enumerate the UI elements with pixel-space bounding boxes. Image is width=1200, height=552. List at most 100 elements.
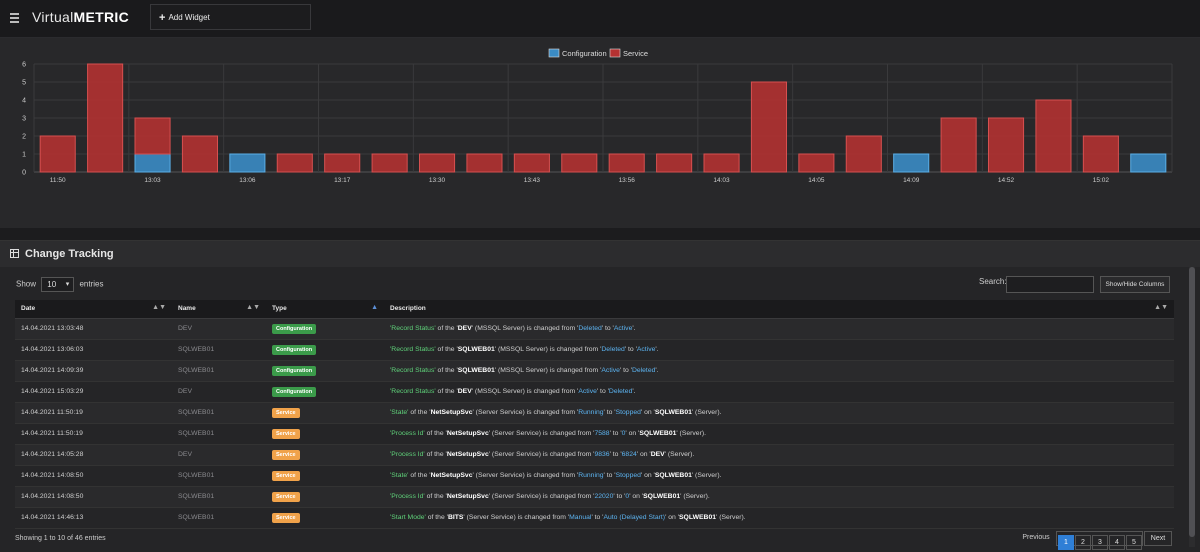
- col-date[interactable]: Date ▲▼: [15, 300, 172, 319]
- x-tick-label: 14:09: [903, 177, 920, 184]
- row-description: 'Start Mode' of the 'BITS' (Server Servi…: [390, 514, 746, 521]
- scrollbar[interactable]: [1189, 267, 1195, 547]
- pagination: Previous1 2 3 4 5Next: [1016, 531, 1172, 550]
- change-chart: 0 1 2 3 4 5 6 11:50 13:03 13:06 13:17 13:30 13:43 13:…: [22, 48, 1173, 184]
- col-name[interactable]: Name ▲▼: [172, 300, 266, 319]
- plus-icon: +: [159, 12, 166, 24]
- sort-asc-icon: ▲: [371, 304, 378, 311]
- row-date: 14.04.2021 14:05:28: [21, 451, 84, 458]
- chart-panel: 0 1 2 3 4 5 6 11:50 13:03 13:06 13:17 13:30 13:43 13:…: [0, 38, 1200, 228]
- table-row[interactable]: 14.04.2021 15:03:29 DEV Configuration 'Reco…: [15, 381, 1174, 402]
- table-row[interactable]: 14.04.2021 11:50:19 SQLWEB01 Service 'Proce…: [15, 423, 1174, 444]
- add-widget-button[interactable]: + Add Widget: [150, 4, 311, 30]
- type-badge: Configuration: [272, 344, 317, 355]
- col-description[interactable]: Description ▲▼: [384, 300, 1174, 319]
- change-table: Date ▲▼ Name ▲▼ Type ▲ Description ▲▼ 14.04.…: [15, 300, 1174, 529]
- x-tick-label: 14:05: [808, 177, 825, 184]
- bar-service: [940, 117, 977, 173]
- table-info: Showing 1 to 10 of 46 entries: [15, 535, 106, 542]
- page-button-5[interactable]: 5: [1126, 535, 1142, 550]
- type-badge: Configuration: [272, 365, 317, 376]
- table-row[interactable]: 14.04.2021 14:08:50 SQLWEB01 Service 'State…: [15, 465, 1174, 486]
- page-button-4[interactable]: 4: [1109, 535, 1125, 550]
- row-date: 14.04.2021 11:50:19: [21, 409, 83, 416]
- search-label: Search:: [979, 277, 1007, 286]
- bar-service: [513, 153, 550, 173]
- y-tick-label: 3: [22, 116, 26, 123]
- bar-service: [371, 153, 408, 173]
- x-tick-label: 13:17: [334, 177, 351, 184]
- type-badge: Service: [272, 491, 300, 502]
- bar-configuration: [229, 153, 266, 173]
- row-name: SQLWEB01: [178, 409, 215, 416]
- bar-service: [561, 153, 598, 173]
- row-description: 'Record Status' of the 'SQLWEB01' (MSSQL…: [390, 346, 659, 353]
- page-button-2[interactable]: 2: [1075, 535, 1091, 550]
- table-row[interactable]: 14.04.2021 14:46:13 SQLWEB01 Service 'Start…: [15, 507, 1174, 528]
- row-name: DEV: [178, 325, 192, 332]
- y-tick-label: 5: [22, 80, 26, 87]
- row-name: SQLWEB01: [178, 514, 215, 521]
- entries-select[interactable]: 10 ▾: [41, 277, 75, 292]
- table-row[interactable]: 14.04.2021 11:50:19 SQLWEB01 Service 'State…: [15, 402, 1174, 423]
- row-name: SQLWEB01: [178, 430, 215, 437]
- legend-swatch: [548, 48, 560, 58]
- search-input[interactable]: [1006, 276, 1094, 293]
- row-description: 'Record Status' of the 'DEV' (MSSQL Serv…: [390, 325, 636, 332]
- row-description: 'Record Status' of the 'SQLWEB01' (MSSQL…: [390, 367, 659, 374]
- sort-icon: ▲▼: [246, 304, 260, 311]
- type-badge: Service: [272, 428, 300, 439]
- row-date: 14.04.2021 13:06:03: [21, 346, 84, 353]
- legend-label: Service: [623, 49, 648, 58]
- bar-service: [656, 153, 693, 173]
- x-tick-label: 13:06: [239, 177, 256, 184]
- table-row[interactable]: 14.04.2021 13:03:48 DEV Configuration 'Reco…: [15, 318, 1174, 339]
- page-button-1[interactable]: 1: [1058, 535, 1074, 550]
- row-name: DEV: [178, 451, 192, 458]
- bar-service: [987, 117, 1025, 173]
- row-date: 14.04.2021 11:50:19: [21, 430, 83, 437]
- row-description: 'Process Id' of the 'NetSetupSvc' (Serve…: [390, 430, 706, 437]
- bar-service: [703, 153, 740, 173]
- row-description: 'State' of the 'NetSetupSvc' (Server Ser…: [390, 409, 722, 416]
- bar-service: [181, 135, 219, 173]
- next-button[interactable]: Next: [1144, 531, 1172, 546]
- bar-service: [1082, 135, 1119, 173]
- table-row[interactable]: 14.04.2021 14:08:50 SQLWEB01 Service 'Proce…: [15, 486, 1174, 507]
- table-row[interactable]: 14.04.2021 13:06:03 SQLWEB01 Configuration…: [15, 339, 1174, 360]
- x-tick-label: 13:43: [524, 177, 541, 184]
- show-hide-columns-button[interactable]: Show/Hide Columns: [1100, 276, 1170, 293]
- panel-title: Change Tracking: [25, 248, 114, 260]
- row-description: 'Record Status' of the 'DEV' (MSSQL Serv…: [390, 388, 636, 395]
- row-description: 'Process Id' of the 'NetSetupSvc' (Serve…: [390, 451, 695, 458]
- x-tick-label: 15:02: [1093, 177, 1110, 184]
- bar-service: [466, 153, 503, 173]
- table-row[interactable]: 14.04.2021 14:09:39 SQLWEB01 Configuration…: [15, 360, 1174, 381]
- y-tick-label: 0: [22, 170, 26, 177]
- x-tick-label: 11:50: [50, 177, 66, 184]
- bar-service: [324, 153, 361, 173]
- type-badge: Service: [272, 407, 300, 418]
- table-row[interactable]: 14.04.2021 14:05:28 DEV Service 'Process Id…: [15, 444, 1174, 465]
- page-button-3[interactable]: 3: [1092, 535, 1108, 550]
- row-name: SQLWEB01: [178, 346, 215, 353]
- y-tick-label: 2: [22, 134, 26, 141]
- bar-service: [418, 153, 456, 173]
- row-date: 14.04.2021 14:46:13: [21, 514, 84, 521]
- bar-configuration: [893, 153, 930, 173]
- col-type[interactable]: Type ▲: [266, 300, 384, 319]
- row-description: 'Process Id' of the 'NetSetupSvc' (Serve…: [390, 493, 710, 500]
- y-tick-label: 4: [22, 98, 26, 105]
- bar-service: [39, 135, 76, 173]
- row-date: 14.04.2021 13:03:48: [21, 325, 84, 332]
- menu-icon[interactable]: [10, 13, 19, 23]
- sort-icon: ▲▼: [1154, 304, 1168, 311]
- previous-button[interactable]: Previous: [1017, 531, 1055, 546]
- y-tick-label: 1: [22, 152, 26, 159]
- sort-icon: ▲▼: [152, 304, 166, 311]
- type-badge: Service: [272, 470, 300, 481]
- x-tick-label: 13:30: [429, 177, 446, 184]
- bar-service: [608, 153, 645, 173]
- row-name: SQLWEB01: [178, 472, 215, 479]
- row-date: 14.04.2021 14:09:39: [21, 367, 84, 374]
